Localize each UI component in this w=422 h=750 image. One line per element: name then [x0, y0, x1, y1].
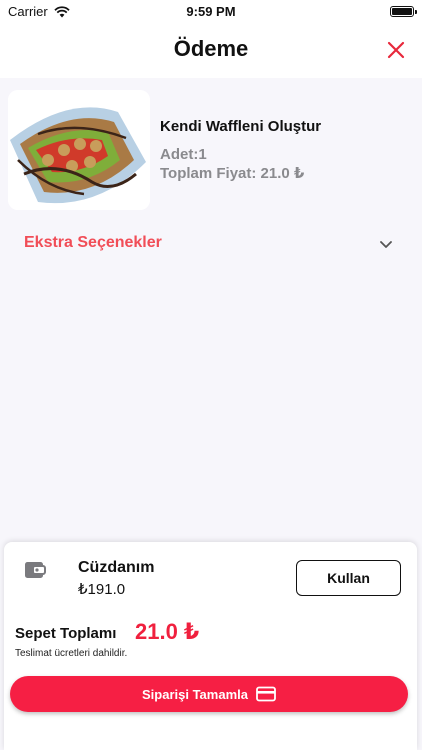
extras-label: Ekstra Seçenekler [24, 234, 162, 251]
cart-total-label: Sepet Toplamı [15, 625, 117, 642]
product-quantity: Adet:1 [160, 146, 207, 163]
cart-total-value: 21.0 ₺ [135, 619, 200, 644]
product-total-price: Toplam Fiyat: 21.0 ₺ [160, 165, 305, 182]
use-wallet-button[interactable]: Kullan [296, 560, 401, 596]
status-bar: Carrier 9:59 PM [0, 0, 422, 24]
navigation-bar: Ödeme [0, 24, 422, 78]
cart-item: Kendi Waffleni Oluştur Adet:1 Toplam Fiy… [8, 90, 414, 212]
waffle-image [8, 90, 150, 210]
checkout-panel: Cüzdanım ₺191.0 Kullan Sepet Toplamı 21.… [4, 542, 417, 750]
wallet-icon [25, 562, 46, 578]
complete-order-label: Siparişi Tamamla [142, 686, 248, 702]
close-button[interactable] [384, 38, 408, 62]
wallet-title: Cüzdanım [78, 559, 155, 576]
page-title: Ödeme [173, 36, 249, 61]
wallet-balance: ₺191.0 [78, 581, 126, 598]
extras-toggle[interactable]: Ekstra Seçenekler [24, 232, 396, 256]
close-icon [387, 41, 405, 59]
credit-card-icon [256, 686, 276, 702]
chevron-down-icon [380, 241, 392, 248]
battery-icon [390, 6, 417, 17]
delivery-note: Teslimat ücretleri dahildir. [15, 648, 128, 659]
product-image [8, 90, 150, 210]
product-name: Kendi Waffleni Oluştur [160, 118, 322, 135]
complete-order-button[interactable]: Siparişi Tamamla [10, 676, 408, 712]
clock: 9:59 PM [186, 4, 236, 19]
